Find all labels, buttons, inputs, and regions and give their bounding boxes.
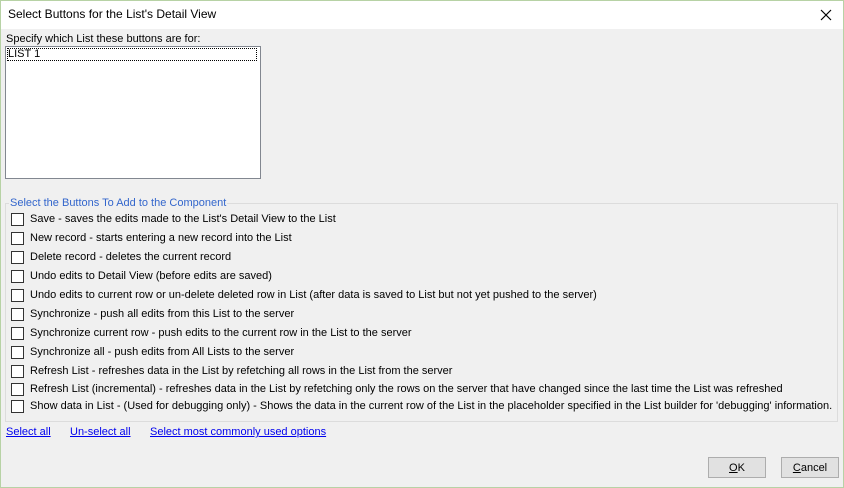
checkbox[interactable] [11, 326, 24, 340]
list-item[interactable]: LIST 1 [7, 48, 257, 61]
option-synchronize[interactable]: Synchronize - push all edits from this L… [11, 307, 294, 321]
list-listbox[interactable]: LIST 1 [5, 46, 261, 179]
option-delete-record[interactable]: Delete record - deletes the current reco… [11, 250, 231, 264]
checkbox[interactable] [11, 269, 24, 283]
list-select-label: Specify which List these buttons are for… [6, 33, 201, 45]
title-bar: Select Buttons for the List's Detail Vie… [1, 1, 843, 29]
option-refresh-list-incremental[interactable]: Refresh List (incremental) - refreshes d… [11, 382, 783, 396]
close-button[interactable] [809, 1, 843, 29]
checkbox[interactable] [11, 307, 24, 321]
option-label: Undo edits to current row or un-delete d… [30, 289, 597, 301]
close-icon [820, 9, 832, 21]
cancel-button[interactable]: Cancel [781, 457, 839, 478]
cancel-label-rest: ancel [800, 461, 828, 474]
checkbox[interactable] [11, 399, 24, 413]
checkbox[interactable] [11, 364, 24, 378]
ok-label-rest: K [737, 461, 745, 474]
option-synchronize-all[interactable]: Synchronize all - push edits from All Li… [11, 345, 294, 359]
option-synchronize-current-row[interactable]: Synchronize current row - push edits to … [11, 326, 412, 340]
dialog-window: Select Buttons for the List's Detail Vie… [0, 0, 844, 488]
option-save[interactable]: Save - saves the edits made to the List'… [11, 212, 336, 226]
option-label: Undo edits to Detail View (before edits … [30, 270, 272, 282]
window-title: Select Buttons for the List's Detail Vie… [8, 7, 217, 21]
checkbox[interactable] [11, 212, 24, 226]
option-label: Delete record - deletes the current reco… [30, 251, 232, 263]
option-undo-current-row[interactable]: Undo edits to current row or un-delete d… [11, 288, 597, 302]
checkbox[interactable] [11, 382, 24, 396]
buttons-group-legend: Select the Buttons To Add to the Compone… [9, 197, 228, 209]
cancel-mnemonic: C [792, 461, 801, 474]
checkbox[interactable] [11, 250, 24, 264]
select-common-options-link[interactable]: Select most commonly used options [150, 426, 326, 438]
option-refresh-list[interactable]: Refresh List - refreshes data in the Lis… [11, 364, 452, 378]
option-undo-detail-view[interactable]: Undo edits to Detail View (before edits … [11, 269, 272, 283]
option-show-data-in-list[interactable]: Show data in List - (Used for debugging … [11, 399, 832, 413]
checkbox[interactable] [11, 345, 24, 359]
ok-button[interactable]: OK [708, 457, 766, 478]
option-label: Refresh List (incremental) - refreshes d… [30, 383, 783, 395]
checkbox[interactable] [11, 231, 24, 245]
option-label: Synchronize all - push edits from All Li… [30, 346, 295, 358]
option-label: Synchronize current row - push edits to … [30, 327, 412, 339]
option-label: New record - starts entering a new recor… [30, 232, 292, 244]
option-label: Refresh List - refreshes data in the Lis… [30, 365, 453, 377]
option-label: Synchronize - push all edits from this L… [30, 308, 295, 320]
select-all-link[interactable]: Select all [6, 426, 51, 438]
unselect-all-link[interactable]: Un-select all [70, 426, 131, 438]
option-label: Save - saves the edits made to the List'… [30, 213, 336, 225]
ok-mnemonic: O [729, 461, 738, 474]
option-label: Show data in List - (Used for debugging … [30, 400, 833, 412]
option-new-record[interactable]: New record - starts entering a new recor… [11, 231, 292, 245]
checkbox[interactable] [11, 288, 24, 302]
